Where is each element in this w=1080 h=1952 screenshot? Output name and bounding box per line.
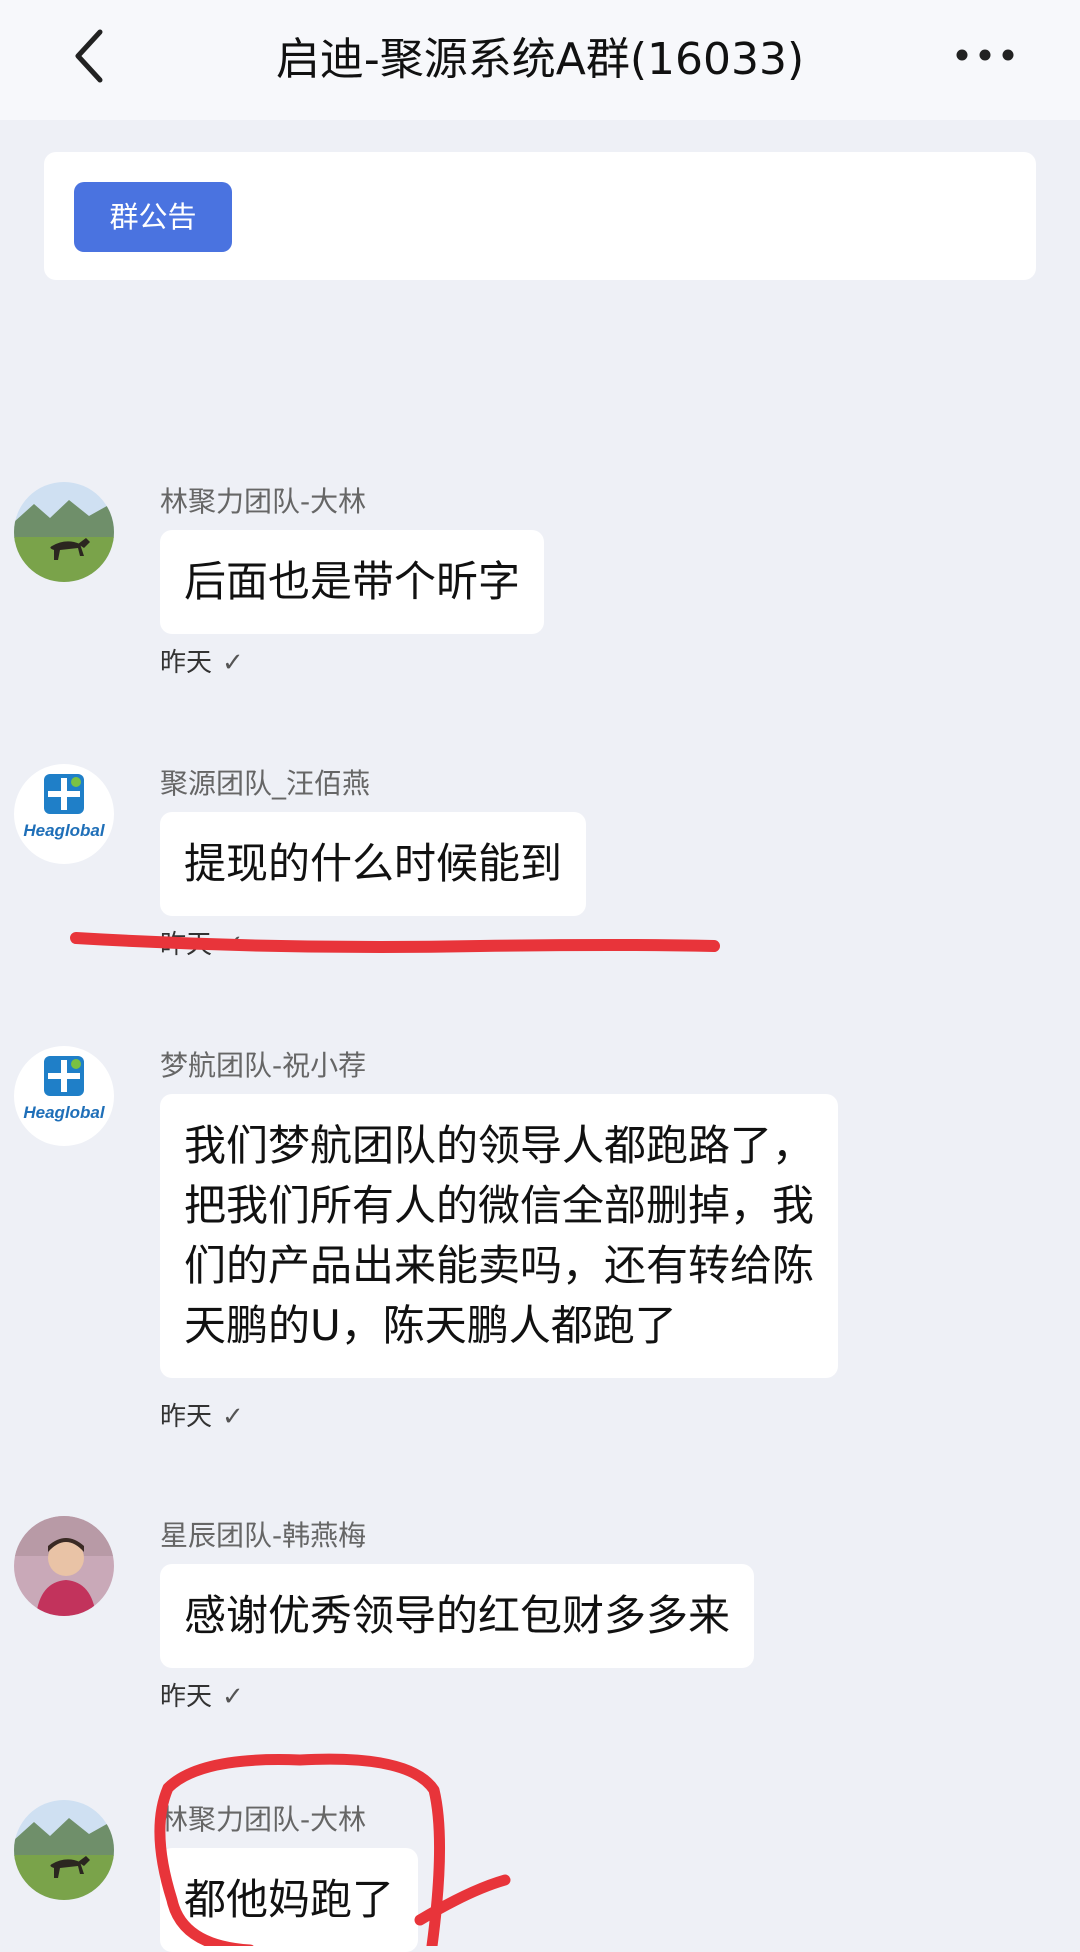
message-bubble[interactable]: 我们梦航团队的领导人都跑路了， 把我们所有人的微信全部删掉，我 们的产品出来能卖… xyxy=(160,1094,839,1378)
read-check-icon: ✓ xyxy=(222,1682,244,1712)
message-bubble[interactable]: 提现的什么时候能到 xyxy=(160,812,587,916)
read-check-icon: ✓ xyxy=(222,648,244,678)
message-time: 昨天 xyxy=(160,648,213,678)
message-bubble[interactable]: 都他妈跑了 xyxy=(160,1848,419,1952)
group-notice-button[interactable]: 群公告 xyxy=(74,182,232,252)
sender-name: 星辰团队-韩燕梅 xyxy=(160,1519,367,1552)
more-horizontal-icon[interactable] xyxy=(950,40,1020,70)
logo-text: Heaglobal xyxy=(23,1103,106,1122)
message-meta: 昨天 ✓ xyxy=(160,646,244,680)
logo-text: Heaglobal xyxy=(23,821,106,840)
sender-name: 梦航团队-祝小荐 xyxy=(160,1049,367,1082)
message-meta: 昨天 ✓ xyxy=(160,1680,244,1714)
group-notice-card: 群公告 xyxy=(44,152,1036,280)
person-photo-avatar[interactable] xyxy=(14,1516,114,1616)
sender-name: 林聚力团队-大林 xyxy=(160,485,367,518)
message-bubble[interactable]: 感谢优秀领导的红包财多多来 xyxy=(160,1564,755,1668)
message-meta: 昨天 ✓ xyxy=(160,928,244,962)
message-meta: 昨天 ✓ xyxy=(160,1400,244,1434)
heaglobal-logo-avatar[interactable]: Heaglobal xyxy=(14,764,114,864)
message-time: 昨天 xyxy=(160,1402,213,1432)
sender-name: 聚源团队_汪佰燕 xyxy=(160,767,371,800)
message-bubble[interactable]: 后面也是带个昕字 xyxy=(160,530,545,634)
landscape-horse-avatar[interactable] xyxy=(14,1800,114,1900)
read-check-icon: ✓ xyxy=(222,1402,244,1432)
read-check-icon: ✓ xyxy=(222,930,244,960)
top-bar: 启迪-聚源系统A群(16033) xyxy=(0,0,1080,120)
sender-name: 林聚力团队-大林 xyxy=(160,1803,367,1836)
heaglobal-logo-avatar[interactable]: Heaglobal xyxy=(14,1046,114,1146)
message-time: 昨天 xyxy=(160,1682,213,1712)
landscape-horse-avatar[interactable] xyxy=(14,482,114,582)
page-title: 启迪-聚源系统A群(16033) xyxy=(275,34,805,85)
message-time: 昨天 xyxy=(160,930,213,960)
